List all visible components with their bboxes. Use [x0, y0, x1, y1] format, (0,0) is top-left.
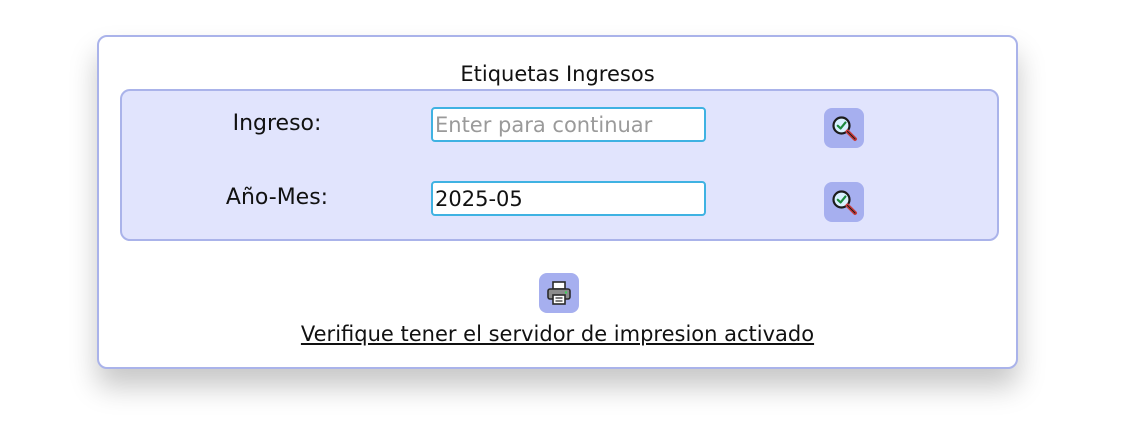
filter-panel: Ingreso: Año-Mes:: [120, 89, 999, 241]
anio-mes-search-button[interactable]: [824, 182, 864, 222]
search-check-icon: [832, 190, 857, 215]
print-button[interactable]: [539, 273, 579, 313]
ingreso-label: Ingreso:: [232, 111, 322, 136]
etiquetas-card: Etiquetas Ingresos Ingreso: Año-Mes:: [97, 35, 1018, 369]
ingreso-search-button[interactable]: [824, 108, 864, 148]
search-check-icon: [832, 116, 857, 141]
print-server-notice-link[interactable]: Verifique tener el servidor de impresion…: [99, 322, 1016, 346]
form-title: Etiquetas Ingresos: [460, 62, 655, 86]
anio-mes-input[interactable]: [431, 181, 706, 216]
anio-mes-label: Año-Mes:: [225, 185, 329, 210]
printer-icon: [547, 281, 571, 305]
ingreso-input[interactable]: [431, 107, 706, 142]
